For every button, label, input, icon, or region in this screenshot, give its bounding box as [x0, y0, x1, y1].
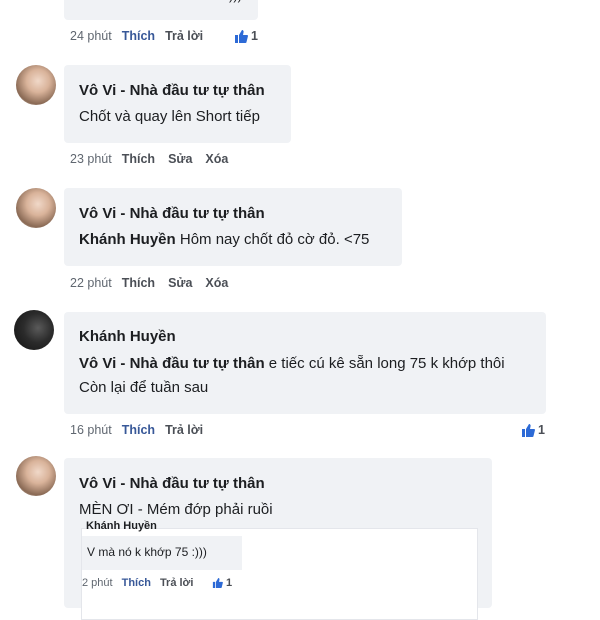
comment-meta: 16 phút Thích Trả lời — [70, 423, 203, 437]
thumbs-up-icon — [212, 578, 223, 588]
delete-link[interactable]: Xóa — [205, 152, 228, 166]
comment-text-line2: Còn lại để tuần sau — [79, 379, 209, 396]
comment-author[interactable]: Vô Vi - Nhà đầu tư tự thân — [79, 475, 265, 492]
quoted-text: V mà nó k khớp 75 :))) — [87, 545, 207, 559]
comment-time[interactable]: 22 phút — [70, 276, 112, 290]
mention-link[interactable]: Khánh Huyền — [79, 231, 176, 248]
comment-text: ))) — [229, 0, 242, 3]
comment-meta: 22 phút Thích Sửa Xóa — [70, 276, 228, 290]
quoted-like-count: 1 — [212, 577, 232, 589]
comment-time[interactable]: 24 phút — [70, 29, 112, 43]
avatar[interactable] — [16, 188, 56, 228]
comment-author[interactable]: Vô Vi - Nhà đầu tư tự thân — [79, 205, 265, 222]
like-link[interactable]: Thích — [122, 29, 155, 43]
like-link[interactable]: Thích — [122, 423, 155, 437]
quoted-bubble: V mà nó k khớp 75 :))) — [82, 536, 242, 570]
avatar[interactable] — [16, 456, 56, 496]
quoted-meta: 2 phút Thích Trả lời — [82, 577, 193, 589]
comment-bubble: Vô Vi - Nhà đầu tư tự thân Khánh Huyền H… — [64, 188, 402, 266]
quoted-author: Khánh Huyền — [86, 520, 157, 532]
reply-link[interactable]: Trả lời — [165, 29, 203, 43]
quoted-like-link: Thích — [121, 577, 151, 589]
comment-text: Vô Vi - Nhà đầu tư tự thân e tiếc cú kê … — [79, 355, 505, 372]
like-link[interactable]: Thích — [122, 276, 155, 290]
comment-body: Hôm nay chốt đỏ cờ đỏ. <75 — [179, 231, 370, 248]
comment-time[interactable]: 16 phút — [70, 423, 112, 437]
comment-meta: 23 phút Thích Sửa Xóa — [70, 152, 228, 166]
comment-bubble: ))) — [64, 0, 258, 20]
comment-text: MÈN ƠI - Mém đớp phải ruồi — [79, 501, 273, 518]
comment-author[interactable]: Khánh Huyền — [79, 328, 176, 345]
avatar[interactable] — [16, 65, 56, 105]
edit-link[interactable]: Sửa — [168, 152, 192, 166]
thumbs-up-icon — [522, 423, 535, 437]
comment-text: Khánh Huyền Hôm nay chốt đỏ cờ đỏ. <75 — [79, 231, 369, 248]
quoted-reply-link: Trả lời — [159, 577, 194, 589]
comment-body: e tiếc cú kê sẵn long 75 k khớp thôi — [268, 355, 505, 372]
comment-text: Chốt và quay lên Short tiếp — [79, 108, 260, 125]
avatar[interactable] — [14, 310, 54, 350]
like-count[interactable]: 1 — [234, 29, 258, 43]
reply-link[interactable]: Trả lời — [165, 423, 203, 437]
comment-bubble: Khánh Huyền Vô Vi - Nhà đầu tư tự thân e… — [64, 312, 546, 414]
comment-time[interactable]: 23 phút — [70, 152, 112, 166]
comment-bubble: Vô Vi - Nhà đầu tư tự thân Chốt và quay … — [64, 65, 291, 143]
delete-link[interactable]: Xóa — [205, 276, 228, 290]
quoted-time: 2 phút — [82, 577, 113, 589]
comment-bubble: Vô Vi - Nhà đầu tư tự thân MÈN ƠI - Mém … — [64, 458, 492, 620]
thumbs-up-icon — [235, 29, 248, 43]
edit-link[interactable]: Sửa — [168, 276, 192, 290]
comment-author[interactable]: Vô Vi - Nhà đầu tư tự thân — [79, 82, 265, 99]
quoted-comment-screenshot: Khánh Huyền V mà nó k khớp 75 :))) 2 phú… — [81, 520, 478, 620]
like-count[interactable]: 1 — [521, 423, 545, 437]
comment-meta: 24 phút Thích Trả lời — [70, 29, 203, 43]
like-link[interactable]: Thích — [122, 152, 155, 166]
mention-link[interactable]: Vô Vi - Nhà đầu tư tự thân — [79, 355, 265, 372]
